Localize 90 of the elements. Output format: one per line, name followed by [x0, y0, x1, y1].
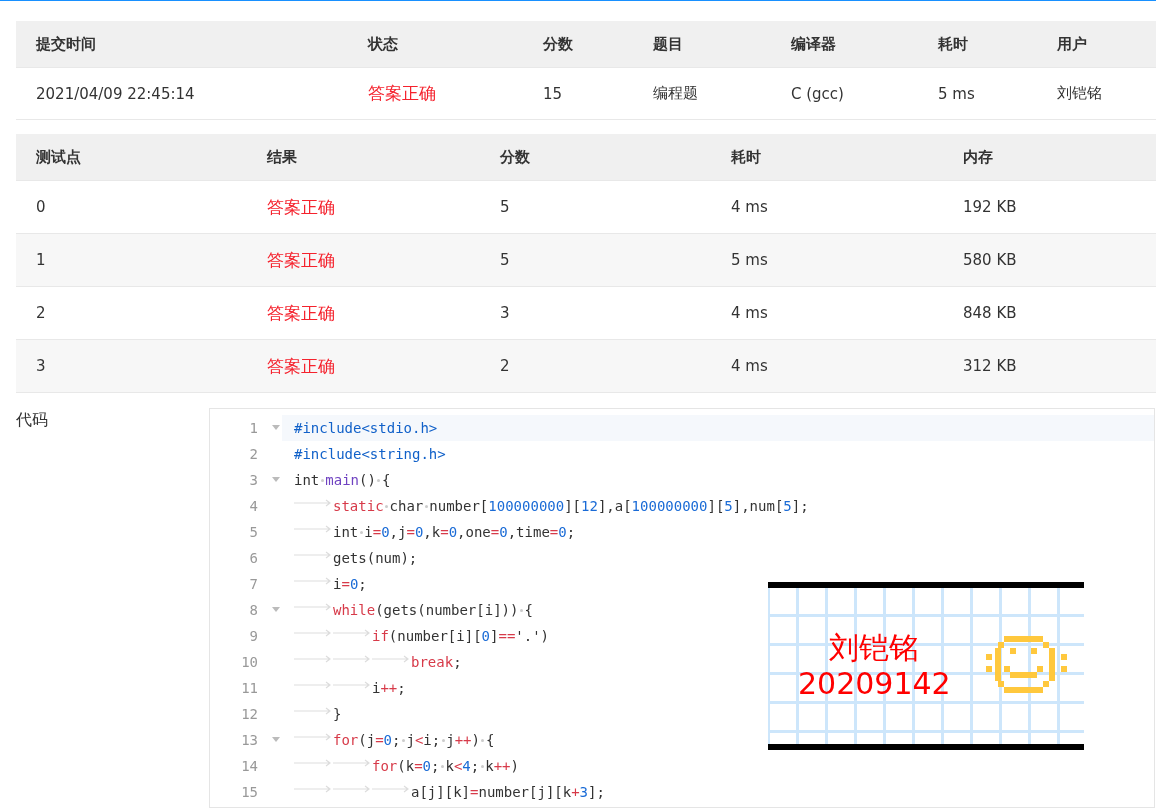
line-number: 9: [248, 628, 258, 644]
code-line: for(j=0; j<i; j++) {: [294, 732, 495, 748]
line-number: 4: [248, 498, 258, 514]
tab-marker-icon: [294, 732, 333, 742]
tab-marker-icon: [333, 680, 372, 690]
space-marker-icon: [441, 738, 445, 742]
column-header: 状态: [348, 21, 523, 68]
tab-marker-icon: [294, 784, 333, 794]
tab-marker-icon: [294, 602, 333, 612]
table-cell: 5: [480, 234, 711, 287]
column-header: 分数: [480, 134, 711, 181]
code-line: gets(num);: [294, 550, 418, 566]
table-cell: 312 KB: [943, 340, 1156, 393]
code-line: if(number[i][0]=='.'): [294, 628, 550, 644]
space-marker-icon: [377, 478, 381, 482]
tab-marker-icon: [372, 654, 411, 664]
code-line: #include<string.h>: [294, 446, 446, 462]
table-cell: 2: [480, 340, 711, 393]
line-number: 2: [248, 446, 258, 462]
code-line: break;: [294, 654, 462, 670]
code-line: while(gets(number[i])) {: [294, 602, 533, 618]
line-number: 6: [248, 550, 258, 566]
code-label: 代码: [16, 409, 49, 431]
line-number: 12: [240, 706, 258, 722]
tab-marker-icon: [294, 524, 333, 534]
code-line: static char number[100000000][12],a[100000000][5],num[5];: [294, 498, 809, 514]
tab-marker-icon: [294, 498, 333, 508]
column-header: 结果: [247, 134, 480, 181]
table-cell: 580 KB: [943, 234, 1156, 287]
column-header: 耗时: [918, 21, 1037, 68]
tab-marker-icon: [294, 680, 333, 690]
tab-marker-icon: [333, 784, 372, 794]
fold-caret-icon[interactable]: [272, 477, 280, 483]
column-header: 提交时间: [16, 21, 348, 68]
line-number: 7: [248, 576, 258, 592]
sticker-id: 20209142: [798, 666, 951, 702]
table-cell: 5 ms: [711, 234, 943, 287]
code-line: #include<stdio.h>: [294, 420, 438, 436]
column-header: 测试点: [16, 134, 247, 181]
tab-marker-icon: [294, 628, 333, 638]
line-number: 1: [248, 420, 258, 436]
line-number: 11: [240, 680, 258, 696]
column-header: 用户: [1037, 21, 1156, 68]
line-number: 15: [240, 784, 258, 800]
fold-caret-icon[interactable]: [272, 425, 280, 431]
space-marker-icon: [359, 530, 363, 534]
status-text: 答案正确: [247, 340, 480, 393]
tab-marker-icon: [294, 758, 333, 768]
line-number: 14: [240, 758, 258, 774]
space-marker-icon: [480, 764, 484, 768]
tab-marker-icon: [333, 654, 372, 664]
tab-marker-icon: [294, 576, 333, 586]
status-text: 答案正确: [247, 234, 480, 287]
column-header: 编译器: [771, 21, 918, 68]
table-cell: 4 ms: [711, 340, 943, 393]
tab-marker-icon: [294, 654, 333, 664]
space-marker-icon: [424, 504, 428, 508]
line-number: 10: [240, 654, 258, 670]
space-marker-icon: [401, 738, 405, 742]
line-number: 13: [240, 732, 258, 748]
table-cell: 1: [16, 234, 247, 287]
tab-marker-icon: [372, 784, 411, 794]
line-number: 5: [248, 524, 258, 540]
code-line: int main() {: [294, 472, 391, 488]
code-line: a[j][k]=number[j][k+3];: [294, 784, 605, 800]
space-marker-icon: [519, 608, 523, 612]
code-line: int i=0,j=0,k=0,one=0,time=0;: [294, 524, 576, 540]
code-line: }: [294, 706, 342, 722]
space-marker-icon: [481, 738, 485, 742]
sticker-name: 刘铠铭: [828, 630, 921, 666]
space-marker-icon: [440, 764, 444, 768]
column-header: 题目: [633, 21, 771, 68]
table-cell: 3: [16, 340, 247, 393]
code-line: for(k=0; k<4; k++): [294, 758, 519, 774]
line-number: 8: [248, 602, 258, 618]
code-line: i=0;: [294, 576, 367, 592]
space-marker-icon: [385, 504, 389, 508]
smiley-icon: [984, 636, 1067, 696]
column-header: 耗时: [711, 134, 943, 181]
tab-marker-icon: [333, 758, 372, 768]
line-number: 3: [248, 472, 258, 488]
tab-marker-icon: [333, 628, 372, 638]
tab-marker-icon: [294, 706, 333, 716]
fold-caret-icon[interactable]: [272, 607, 280, 613]
column-header: 内存: [943, 134, 1156, 181]
code-line: i++;: [294, 680, 406, 696]
column-header: 分数: [523, 21, 633, 68]
fold-caret-icon[interactable]: [272, 737, 280, 743]
tab-marker-icon: [294, 550, 333, 560]
space-marker-icon: [320, 478, 324, 482]
